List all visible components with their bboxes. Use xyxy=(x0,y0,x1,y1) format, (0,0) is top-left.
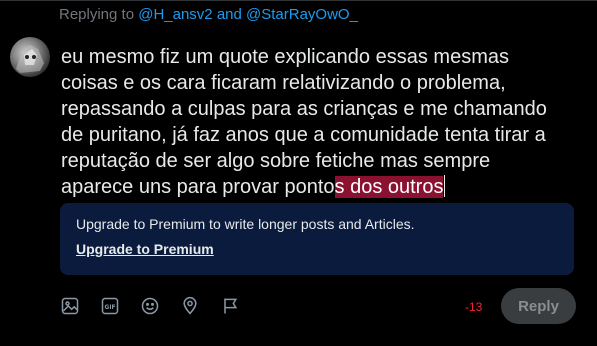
top-divider xyxy=(0,0,597,1)
text-cursor xyxy=(444,175,446,197)
gif-icon[interactable]: GIF xyxy=(96,292,124,320)
svg-text:GIF: GIF xyxy=(105,305,116,311)
upgrade-to-premium-link[interactable]: Upgrade to Premium xyxy=(76,241,214,257)
replying-to-prefix: Replying to xyxy=(59,6,139,23)
composer-text: eu mesmo fiz um quote explicando essas m… xyxy=(61,46,547,198)
composer-toolbar: GIF xyxy=(56,290,256,322)
composer-overflow-text: s dos outros xyxy=(334,176,444,198)
replying-to-line: Replying to @H_ansv2 and @StarRayOwO_ xyxy=(59,6,358,23)
avatar-image xyxy=(16,45,44,73)
post-composer-textarea[interactable]: eu mesmo fiz um quote explicando essas m… xyxy=(61,44,561,200)
replying-to-handles[interactable]: @H_ansv2 and @StarRayOwO_ xyxy=(138,6,358,23)
avatar[interactable] xyxy=(10,37,50,77)
emoji-icon[interactable] xyxy=(136,292,164,320)
image-icon[interactable] xyxy=(56,292,84,320)
schedule-icon[interactable] xyxy=(216,292,244,320)
character-counter: -13 xyxy=(465,300,483,314)
reply-button[interactable]: Reply xyxy=(501,288,576,324)
premium-upsell-message: Upgrade to Premium to write longer posts… xyxy=(76,216,415,232)
location-icon[interactable] xyxy=(176,292,204,320)
premium-upsell-box: Upgrade to Premium to write longer posts… xyxy=(60,203,574,275)
